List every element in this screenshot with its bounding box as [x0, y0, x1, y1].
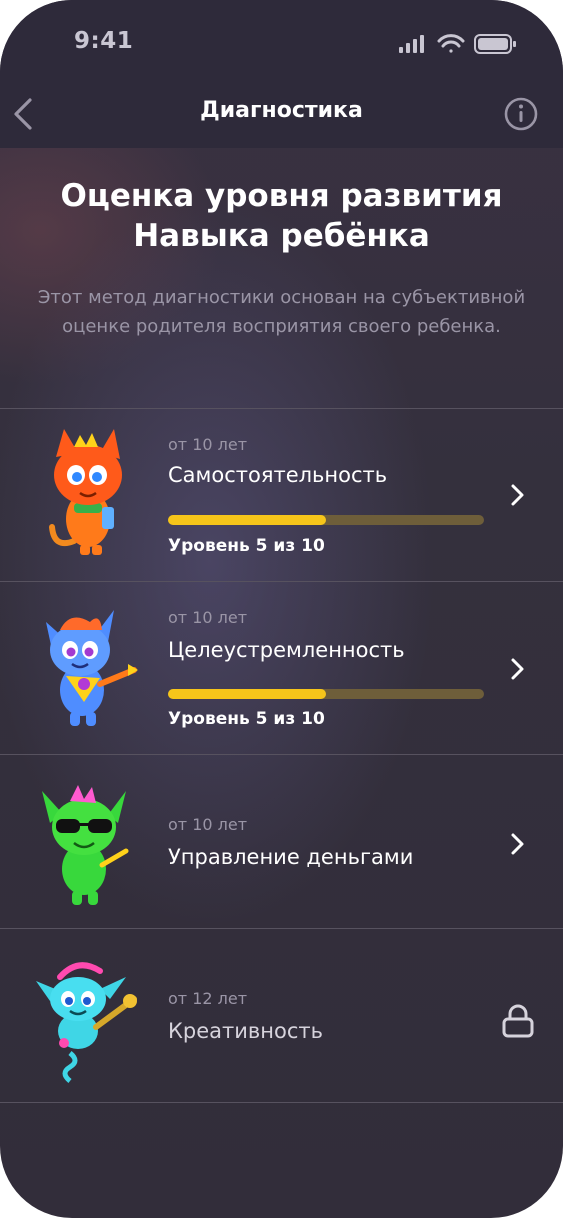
skill-name: Целеустремленность — [168, 638, 405, 662]
progress-bar — [168, 689, 484, 699]
page-description: Этот метод диагностики основан на субъек… — [37, 287, 526, 337]
chevron-right-icon — [511, 833, 524, 855]
skill-age: от 10 лет — [168, 435, 248, 454]
chevron-right-icon — [511, 658, 524, 680]
progress-fill — [168, 689, 326, 699]
nav-title: Диагностика — [200, 98, 363, 123]
wifi-icon — [437, 34, 465, 53]
info-button[interactable] — [503, 96, 539, 132]
skill-name: Управление деньгами — [168, 845, 414, 869]
progress-fill — [168, 515, 326, 525]
heading-line-2: Навыка ребёнка — [133, 218, 430, 254]
skill-age: от 10 лет — [168, 608, 248, 627]
skill-row-money-management[interactable]: от 10 лет Управление деньгами — [0, 755, 563, 927]
skill-row-creativity[interactable]: от 12 лет Креативность — [0, 929, 563, 1101]
info-icon — [504, 97, 538, 131]
blue-creature-mascot-icon — [46, 610, 138, 726]
level-text: Уровень 5 из 10 — [168, 709, 325, 729]
skill-age: от 12 лет — [168, 989, 248, 1008]
top-bar: 9:41 Диагностика — [0, 0, 563, 148]
green-creature-mascot-icon — [42, 785, 129, 905]
cyan-creature-mascot-icon — [36, 962, 137, 1083]
level-text: Уровень 5 из 10 — [168, 536, 325, 556]
chevron-right-icon — [511, 484, 524, 506]
skill-name: Самостоятельность — [168, 463, 388, 487]
status-icons — [399, 34, 516, 54]
skill-row-independence[interactable]: от 10 лет Самостоятельность Уровень 5 из… — [0, 409, 563, 581]
heading-line-1: Оценка уровня развития — [60, 178, 503, 214]
divider — [0, 1102, 563, 1103]
orange-cat-mascot-icon — [49, 429, 122, 555]
skill-row-purposefulness[interactable]: от 10 лет Целеустремленность Уровень 5 и… — [0, 582, 563, 754]
phone-screen: 9:41 Диагностика Оценка уровня развития … — [0, 0, 563, 1218]
skill-name: Креативность — [168, 1019, 324, 1043]
page-heading: Оценка уровня развития Навыка ребёнка — [0, 176, 563, 256]
status-time: 9:41 — [74, 28, 134, 54]
signal-icon — [399, 35, 424, 53]
lock-icon — [502, 1004, 534, 1038]
battery-icon — [474, 34, 516, 54]
skill-age: от 10 лет — [168, 815, 248, 834]
progress-bar — [168, 515, 484, 525]
